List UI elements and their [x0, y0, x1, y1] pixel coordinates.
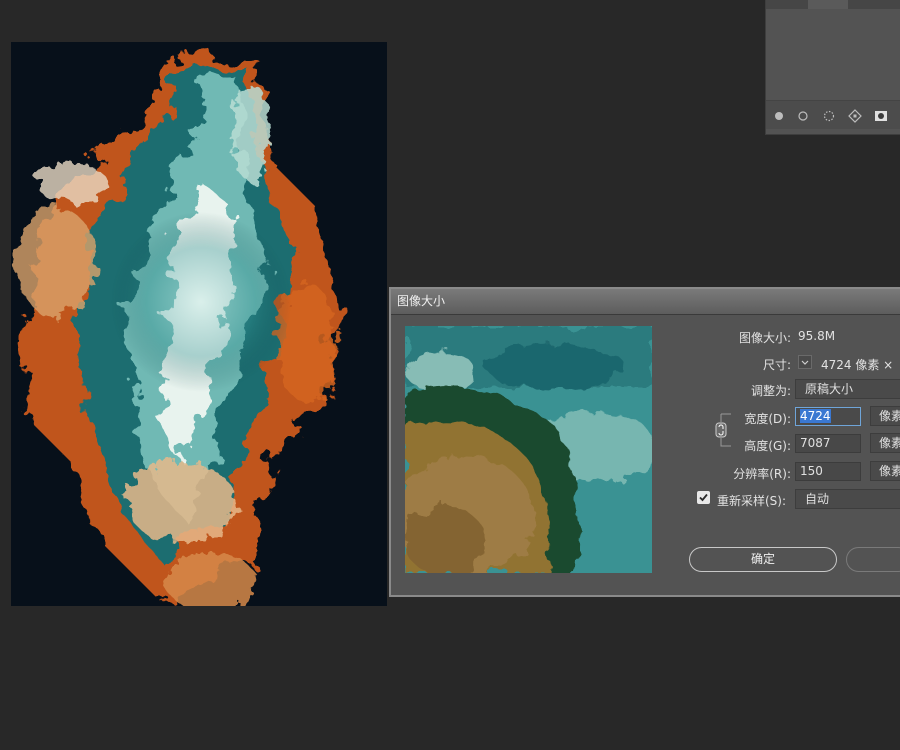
fill-circle-icon[interactable] — [772, 109, 786, 123]
panel-tab-strip — [766, 0, 900, 9]
image-size-dialog: 图像大小 图像大小: 95.8M 尺寸: 4724 像素 × 调整为: 原稿大小… — [389, 287, 900, 597]
dialog-body: 图像大小: 95.8M 尺寸: 4724 像素 × 调整为: 原稿大小 宽度(D… — [391, 314, 900, 595]
checkmark-icon — [699, 493, 708, 502]
resample-label: 重新采样(S): — [717, 494, 787, 508]
resolution-unit-dropdown[interactable]: 像素 — [870, 461, 900, 481]
resolution-label: 分辨率(R): — [733, 467, 791, 481]
panel-footer — [766, 100, 900, 129]
width-label: 宽度(D): — [744, 412, 791, 426]
diamond-anchor-icon[interactable] — [848, 109, 862, 123]
dotted-selection-icon[interactable] — [822, 109, 836, 123]
dimensions-dropdown[interactable] — [798, 355, 812, 369]
dimensions-label: 尺寸: — [762, 358, 791, 372]
height-label: 高度(G): — [744, 439, 791, 453]
image-size-label: 图像大小: — [738, 331, 791, 345]
resample-dropdown[interactable]: 自动 — [795, 489, 900, 509]
abstract-artwork — [11, 42, 387, 606]
cancel-button[interactable] — [846, 547, 900, 572]
preview-image — [405, 326, 652, 573]
mask-icon[interactable] — [874, 109, 888, 123]
fit-to-label: 调整为: — [750, 384, 791, 398]
height-unit-dropdown[interactable]: 像素 — [870, 433, 900, 453]
panel-tab[interactable] — [808, 0, 848, 9]
width-unit: 像素 — [879, 409, 900, 423]
resolution-unit: 像素 — [879, 464, 900, 478]
dialog-title: 图像大小 — [397, 294, 446, 308]
fit-to-value: 原稿大小 — [805, 382, 854, 396]
resample-checkbox[interactable] — [697, 491, 710, 504]
stroke-circle-icon[interactable] — [796, 109, 810, 123]
height-unit: 像素 — [879, 436, 900, 450]
width-input[interactable]: 4724 — [795, 407, 861, 426]
layers-panel — [765, 0, 900, 135]
resample-value: 自动 — [805, 492, 830, 506]
image-preview[interactable] — [405, 326, 652, 573]
dimensions-value: 4724 像素 × — [821, 358, 894, 372]
dialog-titlebar[interactable]: 图像大小 — [391, 289, 900, 314]
width-unit-dropdown[interactable]: 像素 — [870, 406, 900, 426]
image-size-value: 95.8M — [798, 329, 836, 343]
resolution-input[interactable]: 150 — [795, 462, 861, 481]
chevron-down-icon — [801, 360, 809, 365]
height-input[interactable]: 7087 — [795, 434, 861, 453]
width-value: 4724 — [800, 409, 831, 423]
resolution-value: 150 — [800, 464, 823, 478]
height-value: 7087 — [800, 436, 831, 450]
ok-button[interactable]: 确定 — [689, 547, 837, 572]
fit-to-dropdown[interactable]: 原稿大小 — [795, 379, 900, 399]
document-canvas[interactable] — [11, 42, 387, 606]
